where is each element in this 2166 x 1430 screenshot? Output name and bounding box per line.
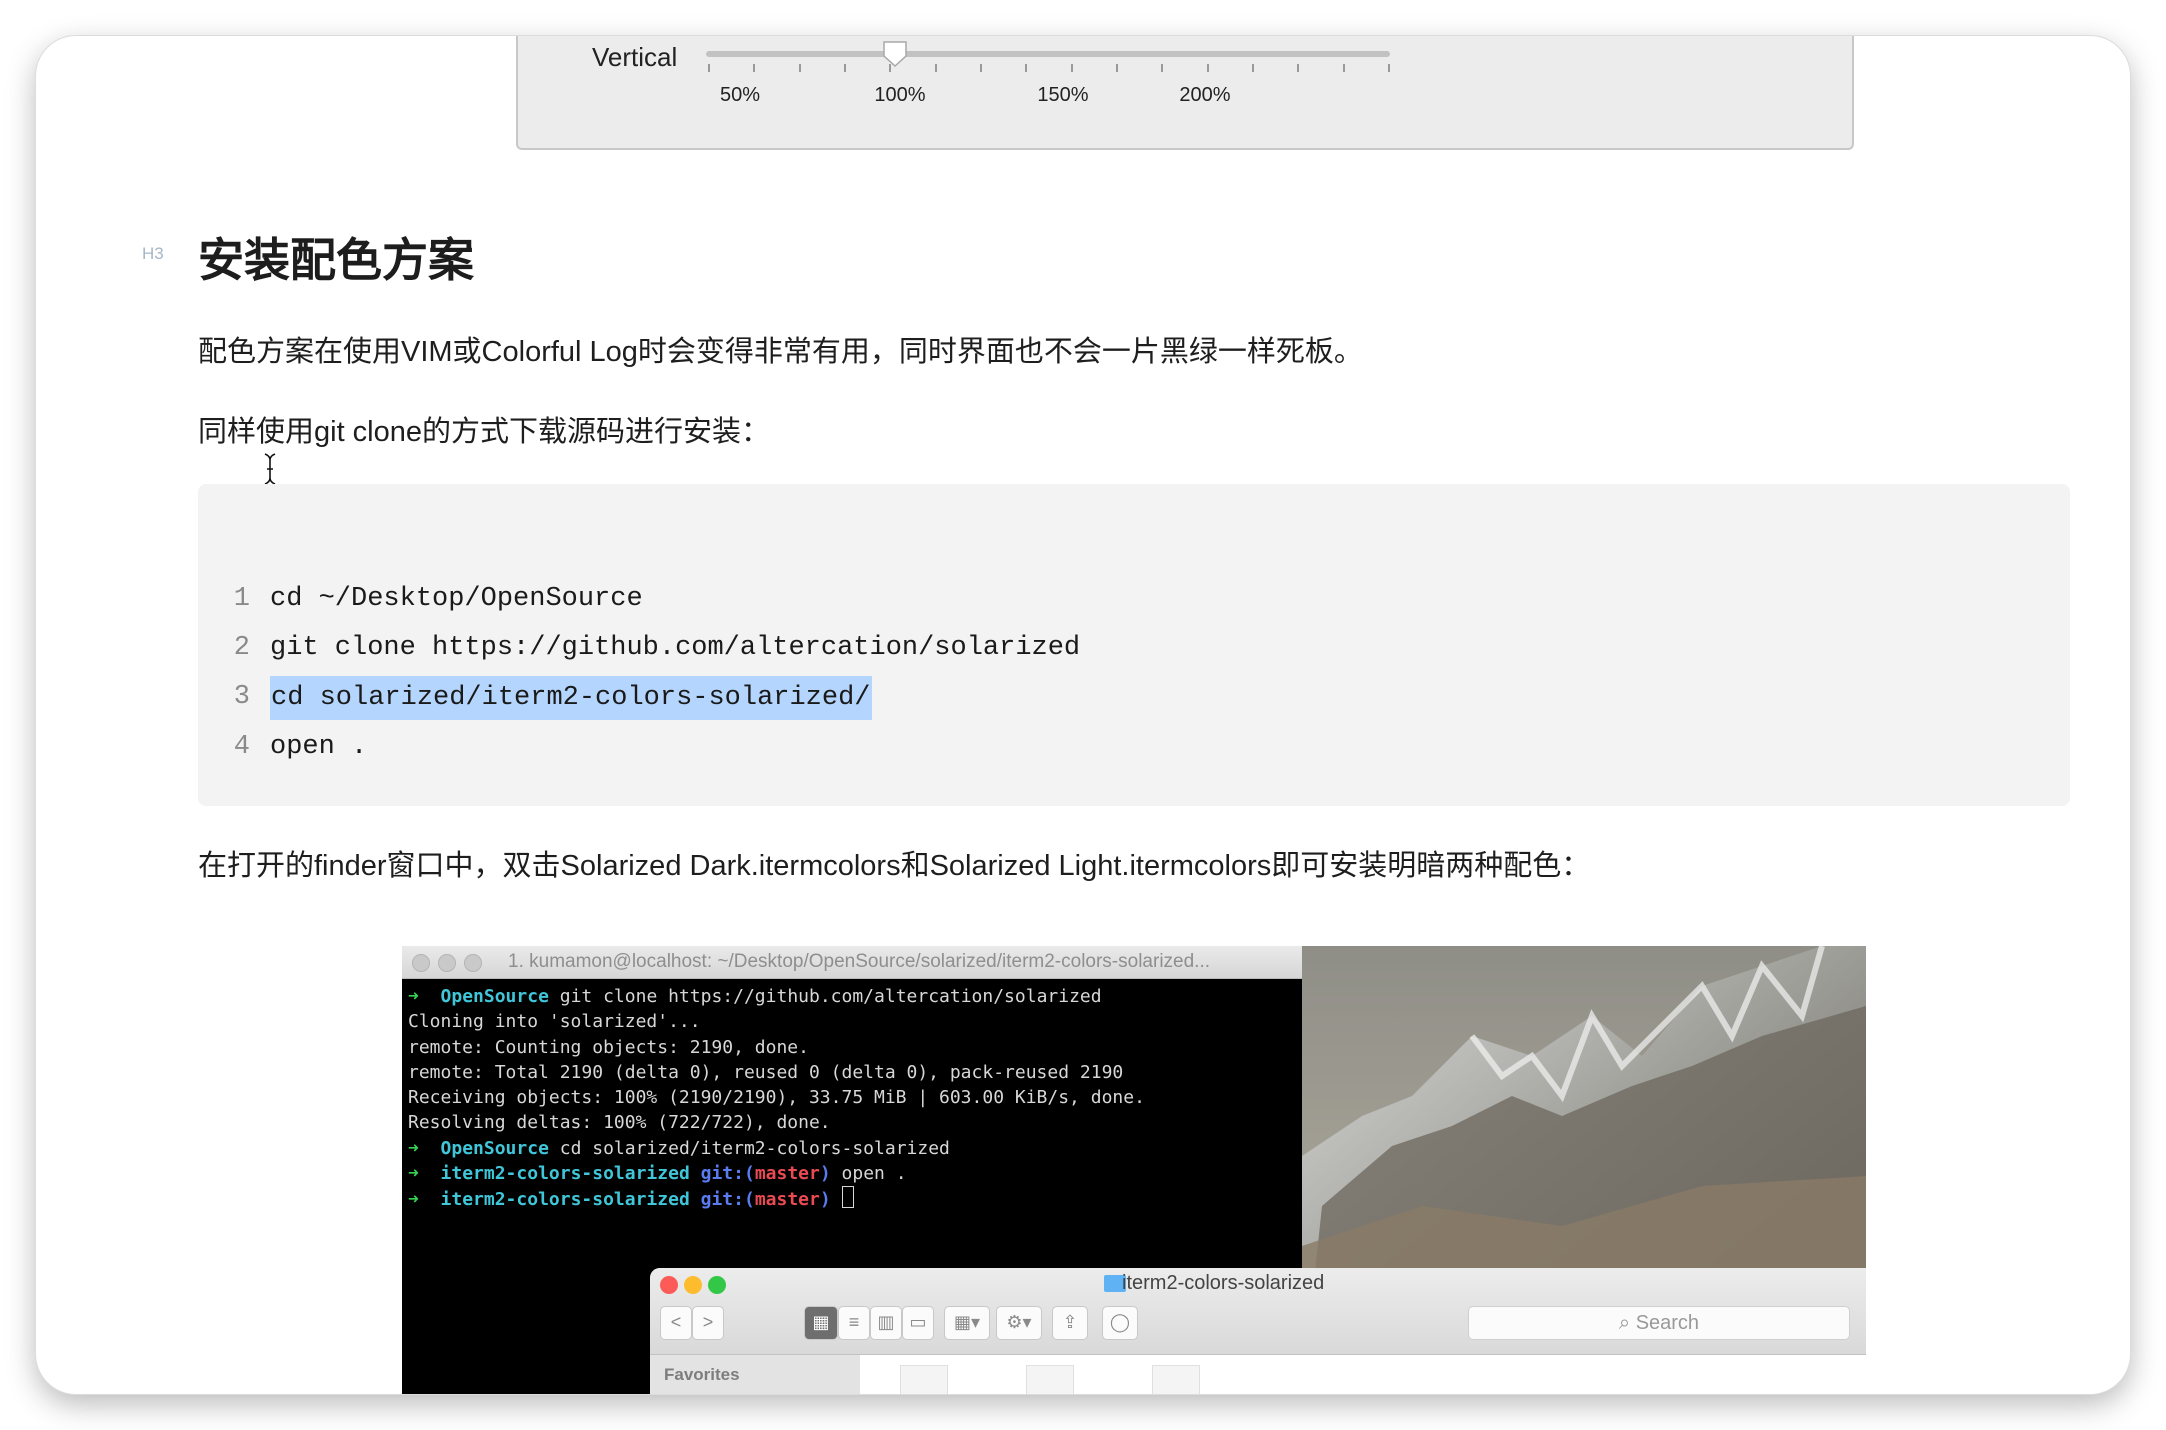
minimize-dot — [438, 954, 456, 972]
code-text[interactable]: git clone https://github.com/altercation… — [270, 633, 1080, 663]
finder-title: iterm2-colors-solarized — [1122, 1272, 1325, 1294]
finder-sidebar: Favorites — [650, 1355, 860, 1394]
paragraph-finder-instructions[interactable]: 在打开的finder窗口中，双击Solarized Dark.itermcolo… — [198, 842, 1590, 884]
forward-button[interactable]: > — [692, 1306, 724, 1340]
gear-icon[interactable]: ⚙▾ — [996, 1306, 1042, 1340]
terminal-line: Resolving deltas: 100% (722/722), done. — [408, 1112, 831, 1134]
slider-tick — [1070, 64, 1073, 72]
prompt-arrow-icon: ➜ — [408, 986, 419, 1007]
scale-settings-panel: Vertical 50% 100% 150% 200% — [516, 36, 1854, 150]
minimize-button[interactable] — [684, 1276, 702, 1294]
prompt-arrow-icon: ➜ — [408, 1163, 419, 1185]
vertical-scale-label: Vertical — [592, 42, 678, 72]
column-view-icon[interactable]: ▥ — [870, 1306, 902, 1340]
git-label: git:( — [689, 1189, 755, 1211]
git-label: git:( — [689, 1163, 755, 1185]
prompt-dir: iterm2-colors-solarized — [440, 1163, 690, 1185]
slider-tick — [1025, 64, 1028, 72]
tick-label-200: 200% — [1179, 84, 1231, 106]
text-cursor-icon — [264, 453, 276, 485]
line-number: 2 — [233, 633, 250, 663]
prompt-dir: iterm2-colors-solarized — [440, 1189, 690, 1211]
tick-label-150: 150% — [1037, 84, 1089, 106]
tag-icon[interactable]: ◯ — [1102, 1306, 1138, 1340]
terminal-line: remote: Counting objects: 2190, done. — [408, 1036, 809, 1058]
terminal-title: 1. kumamon@localhost: ~/Desktop/OpenSour… — [508, 951, 1211, 972]
search-placeholder: Search — [1635, 1312, 1700, 1334]
git-paren: ) — [819, 1163, 831, 1185]
slider-tick — [753, 64, 756, 72]
icon-view-icon[interactable]: ▦ — [804, 1306, 838, 1340]
prompt-dir: OpenSource — [440, 1137, 549, 1159]
list-view-icon[interactable]: ≡ — [838, 1306, 870, 1340]
section-heading[interactable]: 安装配色方案 — [198, 224, 474, 290]
prompt-arrow-icon: ➜ — [408, 1137, 419, 1159]
group-by-icon[interactable]: ▦▾ — [944, 1306, 990, 1340]
paragraph-intro[interactable]: 配色方案在使用VIM或Colorful Log时会变得非常有用，同时界面也不会一… — [198, 328, 1363, 370]
git-paren: ) — [819, 1189, 842, 1211]
embedded-screenshot[interactable]: 1. kumamon@localhost: ~/Desktop/OpenSour… — [402, 946, 1866, 1394]
terminal-output: ➜ OpenSource git clone https://github.co… — [408, 984, 1302, 1212]
slider-tick — [1116, 64, 1118, 72]
slider-tick — [980, 64, 982, 72]
zoom-dot — [464, 954, 482, 972]
finder-content[interactable] — [860, 1355, 1866, 1394]
selected-code-text[interactable]: cd solarized/iterm2-colors-solarized/ — [270, 676, 872, 720]
slider-tick — [844, 64, 846, 72]
terminal-cmd: open . — [830, 1163, 907, 1185]
terminal-titlebar: 1. kumamon@localhost: ~/Desktop/OpenSour… — [402, 946, 1302, 979]
file-icon[interactable] — [1152, 1365, 1200, 1394]
search-field[interactable]: ⌕ Search — [1468, 1306, 1850, 1340]
prompt-arrow-icon: ➜ — [408, 1189, 419, 1211]
terminal-line: Receiving objects: 100% (2190/2190), 33.… — [408, 1087, 1145, 1109]
finder-toolbar: iterm2-colors-solarized < > ▦ ≡ ▥ ▭ ▦▾ ⚙… — [650, 1268, 1866, 1355]
git-branch: master — [754, 1163, 820, 1185]
slider-tick — [708, 64, 710, 72]
favorites-heading: Favorites — [664, 1365, 740, 1384]
search-icon: ⌕ — [1618, 1312, 1636, 1334]
line-number: 4 — [233, 732, 250, 762]
back-button[interactable]: < — [660, 1306, 692, 1340]
tick-label-100: 100% — [874, 84, 926, 106]
slider-tick — [1206, 64, 1209, 72]
gallery-view-icon[interactable]: ▭ — [902, 1306, 934, 1340]
code-block[interactable]: 1 cd ~/Desktop/OpenSource 2 git clone ht… — [198, 484, 2070, 806]
line-number: 3 — [233, 682, 250, 712]
close-button[interactable] — [660, 1276, 678, 1294]
paragraph-git-clone[interactable]: 同样使用git clone的方式下载源码进行安装： — [198, 408, 770, 450]
zoom-button[interactable] — [708, 1276, 726, 1294]
slider-tick — [934, 64, 937, 72]
file-icon[interactable] — [1026, 1365, 1074, 1394]
tick-label-50: 50% — [719, 84, 761, 106]
terminal-cursor — [841, 1186, 854, 1209]
terminal-line: remote: Total 2190 (delta 0), reused 0 (… — [408, 1061, 1124, 1083]
close-dot — [412, 954, 430, 972]
line-number: 1 — [233, 584, 250, 614]
editor-window: Vertical 50% 100% 150% 200% H3 安装配色方案 配色… — [36, 36, 2130, 1394]
code-text[interactable]: open . — [270, 732, 367, 762]
slider-tick — [1342, 64, 1345, 72]
slider-tick — [798, 64, 801, 72]
vertical-scale-slider[interactable] — [706, 51, 1390, 57]
finder-window[interactable]: iterm2-colors-solarized < > ▦ ≡ ▥ ▭ ▦▾ ⚙… — [650, 1268, 1866, 1394]
prompt-dir: OpenSource — [440, 986, 549, 1007]
slider-tick — [1161, 64, 1164, 72]
slider-thumb[interactable] — [882, 40, 908, 68]
slider-tick — [1297, 64, 1300, 72]
slider-tick — [1388, 64, 1390, 72]
file-icon[interactable] — [900, 1365, 948, 1394]
heading-level-marker: H3 — [142, 244, 164, 263]
slider-tick — [1252, 64, 1254, 72]
share-icon[interactable]: ⇪ — [1052, 1306, 1088, 1340]
terminal-cmd: cd solarized/iterm2-colors-solarized — [548, 1137, 950, 1159]
terminal-line: Cloning into 'solarized'... — [408, 1011, 701, 1033]
slider-tick — [889, 64, 892, 72]
git-branch: master — [754, 1189, 820, 1211]
terminal-cmd: git clone https://github.com/altercation… — [548, 986, 1102, 1007]
code-text[interactable]: cd ~/Desktop/OpenSource — [270, 584, 643, 614]
